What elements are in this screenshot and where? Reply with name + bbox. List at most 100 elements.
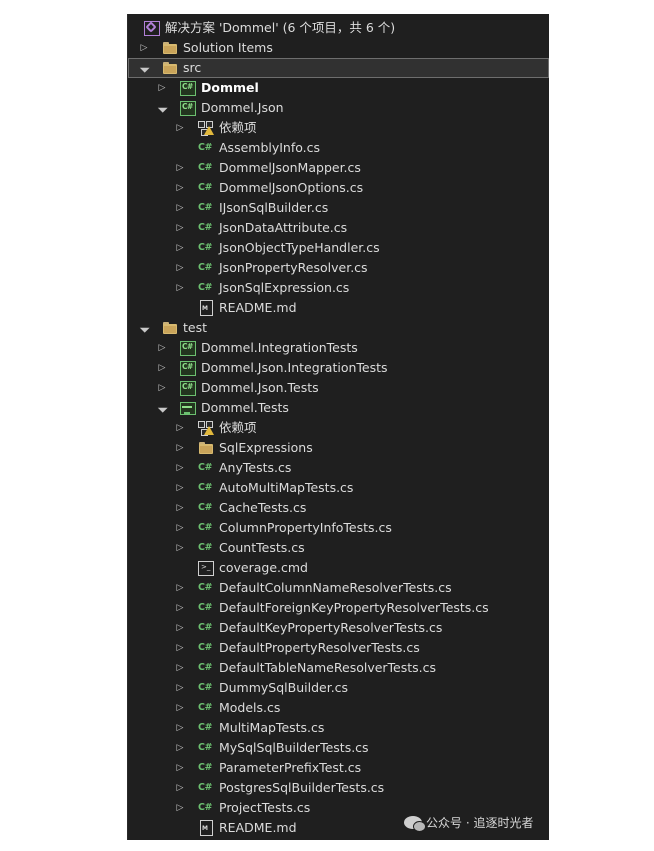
chevron-right-icon[interactable]: ▷ xyxy=(174,518,186,538)
csharp-file-icon: C# xyxy=(198,642,212,653)
tree-row-file[interactable]: ▷ C# CountTests.cs xyxy=(128,538,549,558)
tree-label: JsonDataAttribute.cs xyxy=(219,220,348,235)
tree-row-project[interactable]: ▷ C# Dommel.Json.IntegrationTests xyxy=(128,358,549,378)
chevron-right-icon[interactable]: ▷ xyxy=(174,578,186,598)
tree-row-file[interactable]: ▷ C# DefaultKeyPropertyResolverTests.cs xyxy=(128,618,549,638)
chevron-right-icon[interactable]: ▷ xyxy=(174,598,186,618)
wechat-icon xyxy=(404,816,426,832)
csharp-file-icon: C# xyxy=(198,522,212,533)
tree-row-file[interactable]: ▷ C# PostgresSqlBuilderTests.cs xyxy=(128,778,549,798)
chevron-right-icon[interactable]: ▷ xyxy=(174,798,186,818)
csharp-file-icon: C# xyxy=(198,482,212,493)
markdown-file-icon: M xyxy=(198,300,214,316)
csharp-file-icon: C# xyxy=(198,462,212,473)
tree-row-file[interactable]: M README.md xyxy=(128,298,549,318)
chevron-right-icon[interactable]: ▷ xyxy=(156,78,168,98)
chevron-right-icon[interactable]: ▷ xyxy=(174,198,186,218)
chevron-right-icon[interactable]: ▷ xyxy=(174,678,186,698)
tree-row-folder[interactable]: ◢ src xyxy=(128,58,549,78)
chevron-down-icon[interactable]: ◢ xyxy=(156,98,168,118)
csharp-file-icon: C# xyxy=(198,242,212,253)
dependencies-warning-icon xyxy=(198,420,214,436)
tree-label: AssemblyInfo.cs xyxy=(219,140,321,155)
csharp-file-icon: C# xyxy=(198,702,212,713)
tree-row-file[interactable]: ▷ C# DefaultColumnNameResolverTests.cs xyxy=(128,578,549,598)
tree-row-project[interactable]: ▷ C# Dommel xyxy=(128,78,549,98)
tree-label: JsonPropertyResolver.cs xyxy=(219,260,368,275)
csharp-file-icon: C# xyxy=(198,742,212,753)
chevron-right-icon[interactable]: ▷ xyxy=(174,258,186,278)
chevron-right-icon[interactable]: ▷ xyxy=(174,698,186,718)
tree-row-file[interactable]: ▷ C# CacheTests.cs xyxy=(128,498,549,518)
chevron-right-icon[interactable]: ▷ xyxy=(138,38,150,58)
chevron-right-icon[interactable]: ▷ xyxy=(156,338,168,358)
tree-label: Dommel xyxy=(201,80,259,95)
tree-row-file[interactable]: ▷ C# MultiMapTests.cs xyxy=(128,718,549,738)
chevron-right-icon[interactable]: ▷ xyxy=(174,158,186,178)
chevron-right-icon[interactable]: ▷ xyxy=(174,118,186,138)
chevron-right-icon[interactable]: ▷ xyxy=(174,218,186,238)
chevron-right-icon[interactable]: ▷ xyxy=(174,738,186,758)
tree-row-project[interactable]: ◢ Dommel.Tests xyxy=(128,398,549,418)
tree-row-solution[interactable]: 解决方案 'Dommel' (6 个项目，共 6 个) xyxy=(128,18,549,38)
chevron-right-icon[interactable]: ▷ xyxy=(174,478,186,498)
folder-icon xyxy=(198,440,214,456)
tree-row-file[interactable]: ▷ C# IJsonSqlBuilder.cs xyxy=(128,198,549,218)
tree-row-file[interactable]: ▷ C# ParameterPrefixTest.cs xyxy=(128,758,549,778)
chevron-right-icon[interactable]: ▷ xyxy=(174,498,186,518)
chevron-right-icon[interactable]: ▷ xyxy=(156,378,168,398)
chevron-right-icon[interactable]: ▷ xyxy=(174,778,186,798)
tree-row-dependencies[interactable]: ▷ 依赖项 xyxy=(128,418,549,438)
chevron-down-icon[interactable]: ◢ xyxy=(156,398,168,418)
tree-row-file[interactable]: ▷ C# MySqlSqlBuilderTests.cs xyxy=(128,738,549,758)
csharp-project-icon: C# xyxy=(180,380,196,396)
tree-row-file[interactable]: ▷ C# DefaultTableNameResolverTests.cs xyxy=(128,658,549,678)
csharp-file-icon: C# xyxy=(198,282,212,293)
tree-row-file[interactable]: ▷ C# AnyTests.cs xyxy=(128,458,549,478)
tree-row-file[interactable]: ▷ C# DommelJsonMapper.cs xyxy=(128,158,549,178)
tree-row-file[interactable]: ▷ C# DefaultPropertyResolverTests.cs xyxy=(128,638,549,658)
tree-row-file[interactable]: >_ coverage.cmd xyxy=(128,558,549,578)
chevron-right-icon[interactable]: ▷ xyxy=(174,458,186,478)
chevron-down-icon[interactable]: ◢ xyxy=(138,318,150,338)
tree-row-file[interactable]: ▷ C# JsonPropertyResolver.cs xyxy=(128,258,549,278)
chevron-right-icon[interactable]: ▷ xyxy=(174,278,186,298)
chevron-right-icon[interactable]: ▷ xyxy=(174,718,186,738)
tree-label: PostgresSqlBuilderTests.cs xyxy=(219,780,385,795)
tree-row-file[interactable]: ▷ C# ColumnPropertyInfoTests.cs xyxy=(128,518,549,538)
tree-row-dependencies[interactable]: ▷ 依赖项 xyxy=(128,118,549,138)
chevron-right-icon[interactable]: ▷ xyxy=(174,238,186,258)
tree-row-file[interactable]: C# AssemblyInfo.cs xyxy=(128,138,549,158)
tree-row-project[interactable]: ▷ C# Dommel.IntegrationTests xyxy=(128,338,549,358)
tree-row-folder[interactable]: ▷ SqlExpressions xyxy=(128,438,549,458)
chevron-right-icon[interactable]: ▷ xyxy=(174,758,186,778)
tree-row-file[interactable]: ▷ C# AutoMultiMapTests.cs xyxy=(128,478,549,498)
tree-row-file[interactable]: ▷ C# DefaultForeignKeyPropertyResolverTe… xyxy=(128,598,549,618)
csharp-file-icon: C# xyxy=(198,262,212,273)
tree-row-folder[interactable]: ▷ Solution Items xyxy=(128,38,549,58)
tree-row-file[interactable]: ▷ C# JsonObjectTypeHandler.cs xyxy=(128,238,549,258)
chevron-right-icon[interactable]: ▷ xyxy=(174,638,186,658)
tree-row-file[interactable]: ▷ C# Models.cs xyxy=(128,698,549,718)
markdown-file-icon: M xyxy=(198,820,214,836)
tree-label: Models.cs xyxy=(219,700,281,715)
tree-label: Solution Items xyxy=(183,40,273,55)
tree-row-file[interactable]: ▷ C# DommelJsonOptions.cs xyxy=(128,178,549,198)
chevron-right-icon[interactable]: ▷ xyxy=(156,358,168,378)
chevron-right-icon[interactable]: ▷ xyxy=(174,438,186,458)
chevron-right-icon[interactable]: ▷ xyxy=(174,658,186,678)
chevron-right-icon[interactable]: ▷ xyxy=(174,538,186,558)
tree-label: DefaultKeyPropertyResolverTests.cs xyxy=(219,620,443,635)
chevron-right-icon[interactable]: ▷ xyxy=(174,178,186,198)
tree-row-project[interactable]: ▷ C# Dommel.Json.Tests xyxy=(128,378,549,398)
chevron-down-icon[interactable]: ◢ xyxy=(138,58,150,78)
csharp-file-icon: C# xyxy=(198,182,212,193)
tree-row-file[interactable]: ▷ C# JsonSqlExpression.cs xyxy=(128,278,549,298)
chevron-right-icon[interactable]: ▷ xyxy=(174,418,186,438)
tree-label: README.md xyxy=(219,300,297,315)
tree-row-file[interactable]: ▷ C# DummySqlBuilder.cs xyxy=(128,678,549,698)
tree-row-file[interactable]: ▷ C# JsonDataAttribute.cs xyxy=(128,218,549,238)
tree-row-project[interactable]: ◢ C# Dommel.Json xyxy=(128,98,549,118)
chevron-right-icon[interactable]: ▷ xyxy=(174,618,186,638)
tree-row-folder[interactable]: ◢ test xyxy=(128,318,549,338)
